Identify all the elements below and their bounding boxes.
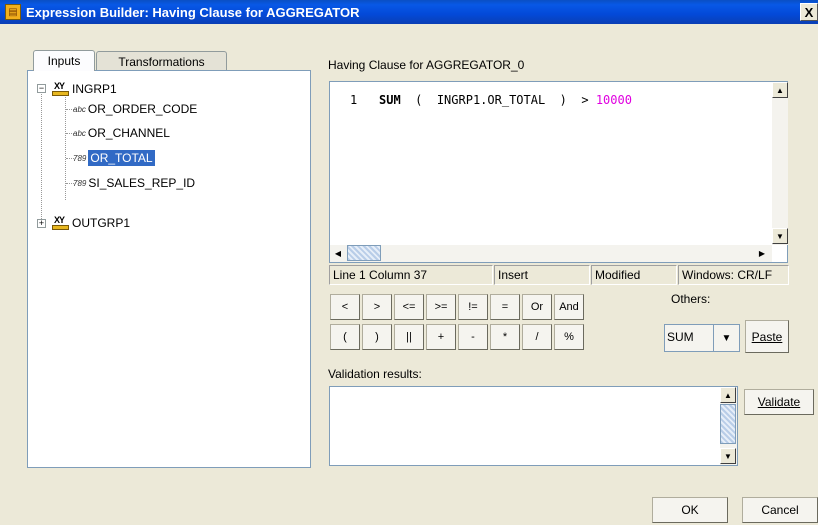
editor-vertical-scrollbar[interactable]: ▲ ▼ <box>772 82 788 245</box>
tree-group-ingrp1[interactable]: XY INGRP1 <box>52 80 117 98</box>
status-modified: Modified <box>591 265 677 285</box>
code-func: SUM <box>379 93 401 107</box>
op-divide-button[interactable]: / <box>522 324 552 350</box>
validate-button[interactable]: Validate <box>744 389 814 415</box>
op-and-button[interactable]: And <box>554 294 584 320</box>
expression-builder-icon: ▤ <box>5 4 21 20</box>
number-type-icon: 789 <box>73 153 87 163</box>
chevron-down-icon[interactable]: ▼ <box>714 324 740 352</box>
paste-button[interactable]: Paste <box>745 320 789 353</box>
code-operator: > <box>581 93 589 107</box>
tree-port-or-total[interactable]: 789 OR_TOTAL <box>73 149 155 167</box>
port-label-selected: OR_TOTAL <box>88 150 155 166</box>
validation-results[interactable] <box>329 386 738 466</box>
validation-label: Validation results: <box>328 367 422 381</box>
status-mode: Insert <box>494 265 590 285</box>
ok-button[interactable]: OK <box>652 497 728 523</box>
code-field: INGRP1.OR_TOTAL <box>436 93 546 107</box>
tree-port-or-channel[interactable]: abc OR_CHANNEL <box>73 124 170 142</box>
code-rparen: ) <box>559 93 567 107</box>
op-modulo-button[interactable]: % <box>554 324 584 350</box>
op-equal-button[interactable]: = <box>490 294 520 320</box>
window-title: Expression Builder: Having Clause for AG… <box>26 5 360 20</box>
op-concat-button[interactable]: || <box>394 324 424 350</box>
scroll-up-icon[interactable]: ▲ <box>772 82 788 98</box>
scroll-thumb[interactable] <box>720 404 736 444</box>
op-plus-button[interactable]: + <box>426 324 456 350</box>
code-number: 10000 <box>595 93 632 107</box>
code-lparen: ( <box>415 93 423 107</box>
scroll-left-icon[interactable]: ◀ <box>330 245 346 261</box>
op-greater-equal-button[interactable]: >= <box>426 294 456 320</box>
inputs-tree[interactable]: − XY INGRP1 abc OR_ORDER_CODE abc OR_CHA… <box>27 70 311 468</box>
op-greater-than-button[interactable]: > <box>362 294 392 320</box>
op-open-paren-button[interactable]: ( <box>330 324 360 350</box>
tree-group-outgrp1[interactable]: XY OUTGRP1 <box>52 214 130 232</box>
number-type-icon: 789 <box>73 178 87 188</box>
validation-scrollbar[interactable]: ▲ ▼ <box>720 387 737 465</box>
scroll-down-icon[interactable]: ▼ <box>772 228 788 244</box>
scroll-down-icon[interactable]: ▼ <box>720 448 736 464</box>
cancel-button[interactable]: Cancel <box>742 497 818 523</box>
op-or-button[interactable]: Or <box>522 294 552 320</box>
tab-inputs[interactable]: Inputs <box>33 50 95 71</box>
op-less-equal-button[interactable]: <= <box>394 294 424 320</box>
status-position: Line 1 Column 37 <box>329 265 493 285</box>
string-type-icon: abc <box>73 128 86 138</box>
line-number: 1 <box>350 93 358 107</box>
title-bar[interactable]: ▤ Expression Builder: Having Clause for … <box>0 0 818 24</box>
op-not-equal-button[interactable]: != <box>458 294 488 320</box>
status-line-endings: Windows: CR/LF <box>678 265 789 285</box>
tab-transformations[interactable]: Transformations <box>96 51 227 71</box>
code-line[interactable]: SUM ( INGRP1.OR_TOTAL ) > 10000 <box>379 93 632 107</box>
editor-label: Having Clause for AGGREGATOR_0 <box>328 58 525 72</box>
scroll-thumb[interactable] <box>347 245 381 261</box>
others-dropdown[interactable]: SUM <box>664 324 714 352</box>
tree-port-si-sales-rep-id[interactable]: 789 SI_SALES_REP_ID <box>73 174 195 192</box>
op-multiply-button[interactable]: * <box>490 324 520 350</box>
port-label: OR_ORDER_CODE <box>87 102 198 116</box>
scroll-up-icon[interactable]: ▲ <box>720 387 736 403</box>
port-label: SI_SALES_REP_ID <box>88 176 196 190</box>
expand-icon[interactable]: + <box>37 219 46 228</box>
collapse-icon[interactable]: − <box>37 84 46 93</box>
group-icon: XY <box>52 215 70 230</box>
port-label: OR_CHANNEL <box>87 126 170 140</box>
editor-horizontal-scrollbar[interactable]: ◀ ▶ <box>330 245 772 262</box>
op-less-than-button[interactable]: < <box>330 294 360 320</box>
group-label: OUTGRP1 <box>72 216 131 230</box>
tree-port-or-order-code[interactable]: abc OR_ORDER_CODE <box>73 100 197 118</box>
validate-label: Validate <box>757 395 801 409</box>
expression-editor[interactable]: 1 SUM ( INGRP1.OR_TOTAL ) > 10000 ▲ ▼ ◀ … <box>329 81 788 263</box>
op-close-paren-button[interactable]: ) <box>362 324 392 350</box>
close-button[interactable]: X <box>800 3 818 21</box>
group-icon: XY <box>52 81 70 96</box>
status-bar: Line 1 Column 37 Insert Modified Windows… <box>329 265 789 285</box>
scroll-right-icon[interactable]: ▶ <box>754 245 770 261</box>
op-minus-button[interactable]: - <box>458 324 488 350</box>
group-label: INGRP1 <box>72 82 117 96</box>
others-label: Others: <box>671 292 711 306</box>
paste-label: Paste <box>751 329 783 344</box>
string-type-icon: abc <box>73 104 86 114</box>
